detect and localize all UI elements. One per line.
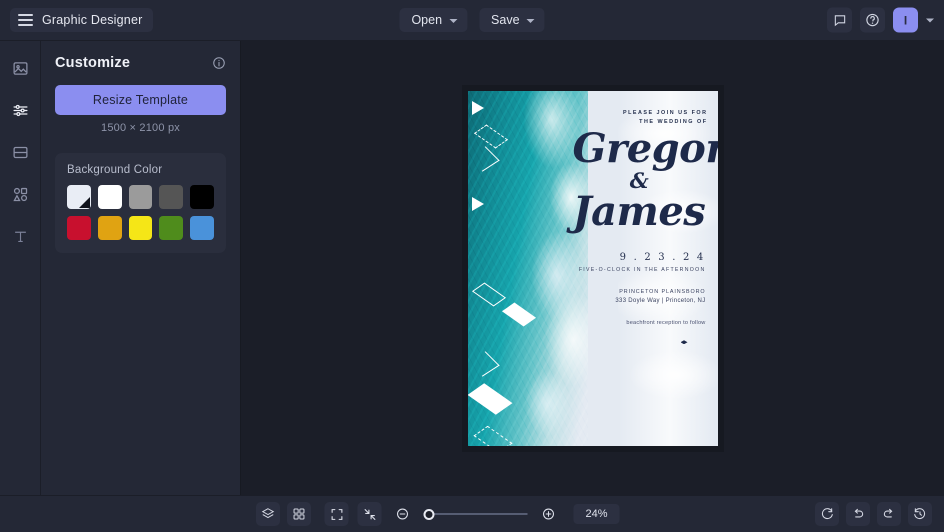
history-icon xyxy=(914,508,926,520)
help-button[interactable] xyxy=(860,7,885,33)
background-color-section: Background Color xyxy=(55,153,226,253)
triangle-icon xyxy=(471,196,484,211)
collapse-icon xyxy=(364,508,375,520)
background-color-label: Background Color xyxy=(67,164,163,176)
swatch-black[interactable] xyxy=(190,185,214,209)
tool-rail xyxy=(0,41,41,495)
app-title: Graphic Designer xyxy=(42,13,143,27)
zoom-out-icon xyxy=(397,508,408,520)
zoom-controls: 24% xyxy=(324,502,620,526)
redo-icon xyxy=(883,508,893,518)
artboard[interactable]: PLEASE JOIN US FOR THE WEDDING OF Gregor… xyxy=(461,84,724,452)
triangle-icon xyxy=(471,100,484,115)
open-label: Open xyxy=(411,13,443,27)
fit-screen-button[interactable] xyxy=(324,502,349,526)
couple-names: Gregory & James xyxy=(572,125,718,236)
customize-panel: Customize Resize Template 1500 × 2100 px… xyxy=(41,41,241,495)
swatch-blue[interactable] xyxy=(190,215,214,240)
sliders-icon xyxy=(12,104,28,116)
swatch-white[interactable] xyxy=(97,185,122,209)
invitation-text: PLEASE JOIN US FOR THE WEDDING OF Gregor… xyxy=(572,109,718,345)
fit-screen-icon xyxy=(331,508,342,520)
swatch-green[interactable] xyxy=(159,215,184,240)
swatch-amber[interactable] xyxy=(97,215,122,240)
layers-icon xyxy=(261,508,275,519)
save-label: Save xyxy=(491,13,520,27)
swatch-crimson[interactable] xyxy=(67,215,91,240)
swatch-gray[interactable] xyxy=(128,185,153,209)
comment-icon xyxy=(834,14,845,26)
reset-button[interactable] xyxy=(815,502,839,526)
panel-header: Customize xyxy=(55,55,226,71)
zoom-level-input[interactable]: 24% xyxy=(573,504,620,524)
open-button[interactable]: Open xyxy=(399,8,468,32)
shapes-icon xyxy=(12,187,27,201)
event-note: beachfront reception to follow xyxy=(626,320,706,327)
page-title: Customize xyxy=(55,55,131,71)
app-root: Graphic Designer Open Save I Customize R… xyxy=(0,0,944,532)
collapse-button[interactable] xyxy=(357,502,382,526)
account-chevron-down-icon[interactable] xyxy=(926,18,934,23)
layout-icon xyxy=(12,146,28,158)
event-venue: PRINCETON PLAINSBORO xyxy=(619,289,706,296)
view-tools xyxy=(256,502,311,526)
event-address: 333 Doyle Way | Princeton, NJ xyxy=(615,298,706,305)
template-dimensions: 1500 × 2100 px xyxy=(101,122,180,134)
sidebar-item-photos[interactable] xyxy=(5,53,35,83)
bottom-bar: 24% xyxy=(0,495,944,532)
grid-pages-icon xyxy=(293,508,305,520)
avatar[interactable]: I xyxy=(893,7,918,33)
background-swatch-grid xyxy=(67,185,214,240)
invitation-design: PLEASE JOIN US FOR THE WEDDING OF Gregor… xyxy=(467,90,718,446)
sidebar-item-elements[interactable] xyxy=(5,179,35,209)
save-button[interactable]: Save xyxy=(479,8,545,32)
text-icon xyxy=(14,231,26,242)
redo-button[interactable] xyxy=(877,502,901,526)
name-second: James xyxy=(572,188,706,236)
zoom-in-icon xyxy=(543,508,554,520)
event-time: FIVE-O-CLOCK IN THE AFTERNOON xyxy=(578,267,706,274)
swatch-dark-gray[interactable] xyxy=(159,185,184,209)
canvas-area[interactable]: PLEASE JOIN US FOR THE WEDDING OF Gregor… xyxy=(241,41,944,495)
sidebar-item-text[interactable] xyxy=(5,221,35,251)
name-first: Gregory xyxy=(572,125,718,173)
undo-icon xyxy=(854,508,864,518)
help-icon xyxy=(866,13,879,27)
zoom-slider-track xyxy=(423,513,528,515)
pages-button[interactable] xyxy=(287,502,311,526)
app-menu-button[interactable]: Graphic Designer xyxy=(10,8,154,32)
account-controls: I xyxy=(827,7,934,33)
undo-button[interactable] xyxy=(846,502,870,526)
history-controls xyxy=(815,502,932,526)
resize-template-button[interactable]: Resize Template xyxy=(55,85,226,115)
diamond-icon xyxy=(680,340,688,345)
top-bar: Graphic Designer Open Save I xyxy=(0,0,944,41)
history-button[interactable] xyxy=(908,502,932,526)
zoom-out-button[interactable] xyxy=(391,502,415,526)
swatch-none[interactable] xyxy=(67,185,91,209)
sidebar-item-customize[interactable] xyxy=(5,95,35,125)
comment-button[interactable] xyxy=(827,7,852,33)
file-controls: Open Save xyxy=(399,8,545,32)
image-icon xyxy=(12,61,28,75)
event-date: 9 . 2 3 . 2 4 xyxy=(619,252,706,264)
sidebar-item-templates[interactable] xyxy=(5,137,35,167)
hamburger-icon xyxy=(18,14,33,26)
refresh-icon xyxy=(821,508,833,520)
swatch-yellow[interactable] xyxy=(128,215,153,240)
workspace: Customize Resize Template 1500 × 2100 px… xyxy=(0,41,944,495)
zoom-slider[interactable] xyxy=(423,508,528,520)
chevron-down-icon xyxy=(449,18,458,23)
event-details: 9 . 2 3 . 2 4 FIVE-O-CLOCK IN THE AFTERN… xyxy=(573,252,708,345)
layers-button[interactable] xyxy=(256,502,280,526)
zoom-in-button[interactable] xyxy=(537,502,561,526)
join-line-1: PLEASE JOIN US FOR xyxy=(622,109,708,116)
info-icon[interactable] xyxy=(212,56,226,70)
zoom-slider-handle[interactable] xyxy=(423,508,435,520)
chevron-down-icon xyxy=(526,18,535,23)
